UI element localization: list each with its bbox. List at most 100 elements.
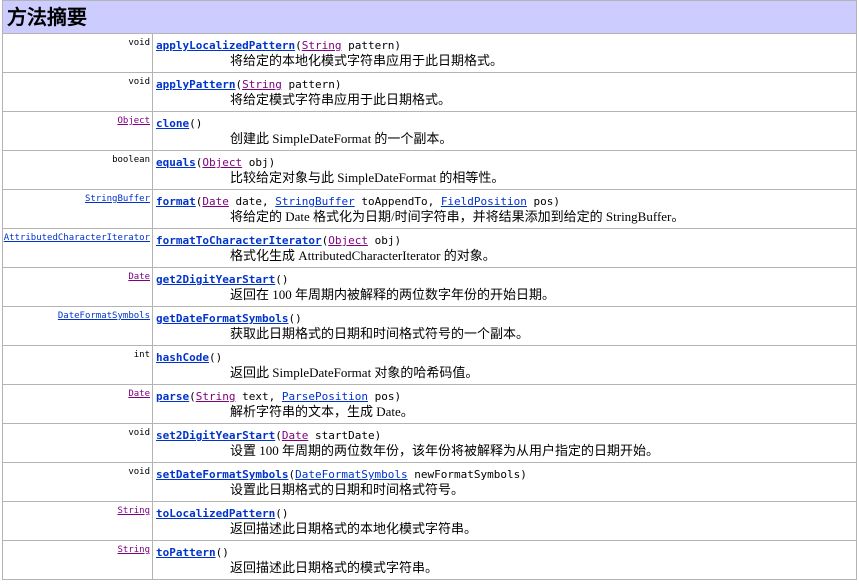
return-type: void bbox=[128, 77, 150, 87]
signature-text: () bbox=[288, 312, 302, 325]
return-type-cell: void bbox=[3, 424, 153, 462]
param-type-link[interactable]: DateFormatSymbols bbox=[295, 468, 408, 481]
method-row: void applyPattern(String pattern) 将给定模式字符串… bbox=[3, 73, 856, 112]
method-row: void set2DigitYearStart(Date startDate) 设置… bbox=[3, 424, 856, 463]
method-cell: applyPattern(String pattern) 将给定模式字符串应用于此… bbox=[153, 73, 856, 111]
signature-text: ( bbox=[189, 390, 196, 403]
method-summary-rows: void applyLocalizedPattern(String pattern… bbox=[3, 34, 856, 579]
method-cell: setDateFormatSymbols(DateFormatSymbols n… bbox=[153, 463, 856, 501]
signature-text: pos) bbox=[526, 195, 561, 208]
method-row: Date get2DigitYearStart() 返回在 100 年周期内被解释的… bbox=[3, 268, 856, 307]
return-type-cell: Object bbox=[3, 112, 153, 150]
signature-text: newFormatSymbols) bbox=[407, 468, 527, 481]
return-type-link[interactable]: String bbox=[117, 545, 150, 555]
method-name-link[interactable]: hashCode bbox=[156, 351, 209, 364]
method-cell: toLocalizedPattern() 返回描述此日期格式的本地化模式字符串。 bbox=[153, 502, 856, 540]
method-name-link[interactable]: formatToCharacterIterator bbox=[156, 234, 322, 247]
signature-text: toAppendTo, bbox=[354, 195, 441, 208]
method-description: 创建此 SimpleDateFormat 的一个副本。 bbox=[230, 131, 453, 146]
method-name-link[interactable]: toPattern bbox=[156, 546, 216, 559]
return-type-cell: Date bbox=[3, 385, 153, 423]
param-type-link[interactable]: String bbox=[302, 39, 342, 52]
method-row: int hashCode() 返回此 SimpleDateFormat 对象的哈希码… bbox=[3, 346, 856, 385]
method-row: String toPattern() 返回描述此日期格式的模式字符串。 bbox=[3, 541, 856, 579]
method-name-link[interactable]: setDateFormatSymbols bbox=[156, 468, 288, 481]
param-type-link[interactable]: Object bbox=[202, 156, 242, 169]
signature-text: pattern) bbox=[281, 78, 342, 91]
return-type-link[interactable]: DateFormatSymbols bbox=[58, 311, 150, 321]
return-type-link[interactable]: StringBuffer bbox=[85, 194, 150, 204]
method-cell: toPattern() 返回描述此日期格式的模式字符串。 bbox=[153, 541, 856, 579]
method-signature: equals(Object obj) bbox=[156, 155, 856, 170]
method-name-link[interactable]: toLocalizedPattern bbox=[156, 507, 275, 520]
method-row: void applyLocalizedPattern(String pattern… bbox=[3, 34, 856, 73]
method-cell: applyLocalizedPattern(String pattern) 将给定… bbox=[153, 34, 856, 72]
signature-text: pos) bbox=[367, 390, 402, 403]
method-description: 将给定模式字符串应用于此日期格式。 bbox=[230, 92, 452, 107]
param-type-link[interactable]: Date bbox=[202, 195, 229, 208]
method-description: 将给定的 Date 格式化为日期/时间字符串，并将结果添加到给定的 String… bbox=[230, 209, 685, 224]
method-description: 比较给定对象与此 SimpleDateFormat 的相等性。 bbox=[230, 170, 505, 185]
signature-text: date, bbox=[228, 195, 276, 208]
method-name-link[interactable]: applyLocalizedPattern bbox=[156, 39, 295, 52]
return-type-link[interactable]: String bbox=[117, 506, 150, 516]
method-description: 将给定的本地化模式字符串应用于此日期格式。 bbox=[230, 53, 504, 68]
return-type-link[interactable]: AttributedCharacterIterator bbox=[4, 233, 150, 243]
method-description: 返回在 100 年周期内被解释的两位数字年份的开始日期。 bbox=[230, 287, 556, 302]
method-name-link[interactable]: set2DigitYearStart bbox=[156, 429, 275, 442]
method-cell: set2DigitYearStart(Date startDate) 设置 100… bbox=[153, 424, 856, 462]
param-type-link[interactable]: String bbox=[242, 78, 282, 91]
method-signature: setDateFormatSymbols(DateFormatSymbols n… bbox=[156, 467, 856, 482]
method-signature: formatToCharacterIterator(Object obj) bbox=[156, 233, 856, 248]
return-type-link[interactable]: Object bbox=[117, 116, 150, 126]
method-name-link[interactable]: parse bbox=[156, 390, 189, 403]
return-type-cell: DateFormatSymbols bbox=[3, 307, 153, 345]
method-row: Date parse(String text, ParsePosition pos… bbox=[3, 385, 856, 424]
method-signature: toLocalizedPattern() bbox=[156, 506, 856, 521]
return-type-link[interactable]: Date bbox=[128, 389, 150, 399]
method-name-link[interactable]: equals bbox=[156, 156, 196, 169]
method-cell: parse(String text, ParsePosition pos) 解析字… bbox=[153, 385, 856, 423]
method-signature: parse(String text, ParsePosition pos) bbox=[156, 389, 856, 404]
method-signature: applyLocalizedPattern(String pattern) bbox=[156, 38, 856, 53]
return-type-cell: AttributedCharacterIterator bbox=[3, 229, 153, 267]
return-type: int bbox=[133, 350, 150, 360]
return-type-cell: StringBuffer bbox=[3, 190, 153, 228]
method-row: AttributedCharacterIterator formatToChara… bbox=[3, 229, 856, 268]
method-row: String toLocalizedPattern() 返回描述此日期格式的本地化模… bbox=[3, 502, 856, 541]
method-name-link[interactable]: applyPattern bbox=[156, 78, 235, 91]
signature-text: text, bbox=[235, 390, 282, 403]
method-row: DateFormatSymbols getDateFormatSymbols() 获… bbox=[3, 307, 856, 346]
method-signature: getDateFormatSymbols() bbox=[156, 311, 856, 326]
param-type-link[interactable]: Object bbox=[328, 234, 368, 247]
method-cell: getDateFormatSymbols() 获取此日期格式的日期和时间格式符号的… bbox=[153, 307, 856, 345]
method-cell: formatToCharacterIterator(Object obj) 格式化… bbox=[153, 229, 856, 267]
return-type-cell: int bbox=[3, 346, 153, 384]
method-signature: clone() bbox=[156, 116, 856, 131]
method-name-link[interactable]: get2DigitYearStart bbox=[156, 273, 275, 286]
param-type-link[interactable]: String bbox=[196, 390, 236, 403]
param-type-link[interactable]: ParsePosition bbox=[282, 390, 368, 403]
signature-text: obj) bbox=[367, 234, 402, 247]
signature-text: ( bbox=[275, 429, 282, 442]
param-type-link[interactable]: FieldPosition bbox=[441, 195, 527, 208]
signature-text: () bbox=[215, 546, 229, 559]
return-type-link[interactable]: Date bbox=[128, 272, 150, 282]
param-type-link[interactable]: Date bbox=[282, 429, 309, 442]
method-description: 获取此日期格式的日期和时间格式符号的一个副本。 bbox=[230, 326, 530, 341]
method-name-link[interactable]: clone bbox=[156, 117, 189, 130]
method-row: boolean equals(Object obj) 比较给定对象与此 Simple… bbox=[3, 151, 856, 190]
method-signature: toPattern() bbox=[156, 545, 856, 560]
method-name-link[interactable]: format bbox=[156, 195, 196, 208]
return-type-cell: void bbox=[3, 34, 153, 72]
return-type: void bbox=[128, 428, 150, 438]
signature-text: ( bbox=[295, 39, 302, 52]
signature-text: () bbox=[208, 351, 223, 364]
method-summary-header: 方法摘要 bbox=[3, 1, 856, 34]
signature-text: startDate) bbox=[308, 429, 382, 442]
method-description: 设置 100 年周期的两位数年份，该年份将被解释为从用户指定的日期开始。 bbox=[230, 443, 660, 458]
method-signature: format(Date date, StringBuffer toAppendT… bbox=[156, 194, 856, 209]
method-name-link[interactable]: getDateFormatSymbols bbox=[156, 312, 288, 325]
param-type-link[interactable]: StringBuffer bbox=[275, 195, 354, 208]
signature-text: obj) bbox=[242, 156, 276, 169]
